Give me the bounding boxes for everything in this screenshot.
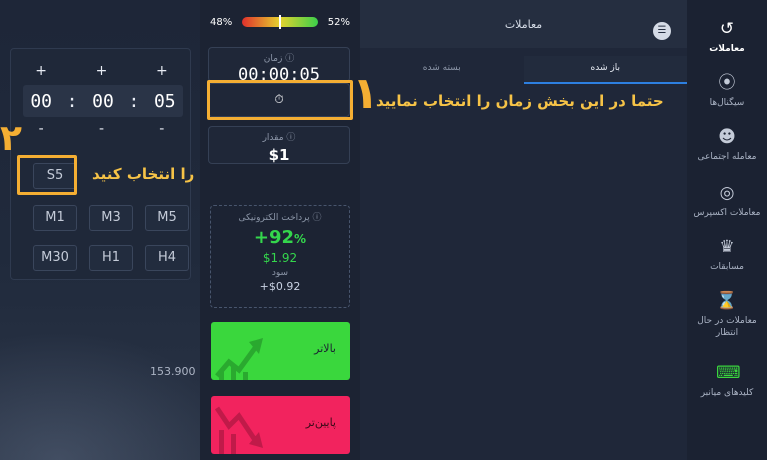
list-menu-icon[interactable]: ☰ <box>653 22 671 40</box>
hourglass-icon: ⌛ <box>716 291 738 311</box>
sentiment-left-pct: 48% <box>210 16 233 28</box>
tab-closed[interactable]: بسته شده <box>360 56 524 84</box>
clock-highlight-box <box>207 80 353 120</box>
time-label: زمان ⓘ <box>263 54 295 64</box>
seconds-decrement-button[interactable]: - <box>147 121 177 137</box>
timeframe-m3-button[interactable]: M3 <box>89 205 133 231</box>
sentiment-indicator: 48% 52% <box>210 14 350 30</box>
timeframe-h4-button[interactable]: H4 <box>145 245 189 271</box>
timeframe-m5-button[interactable]: M5 <box>145 205 189 231</box>
timeframe-m30-button[interactable]: M30 <box>33 245 77 271</box>
help-icon: ⓘ <box>285 54 295 64</box>
hours-increment-button[interactable]: + <box>26 63 56 79</box>
trades-panel-title: معاملات <box>504 17 543 31</box>
chart-down-icon <box>214 406 263 454</box>
seconds-value[interactable]: 05 <box>154 91 176 112</box>
sell-lower-button[interactable]: پایین‌تر <box>211 396 350 454</box>
chart-up-icon <box>215 338 263 380</box>
time-separator: : <box>66 90 78 112</box>
payout-percent: +92% <box>253 227 307 248</box>
decrement-row: - - - <box>11 121 192 137</box>
minutes-decrement-button[interactable]: - <box>86 121 116 137</box>
profit-label: سود <box>271 268 289 278</box>
keyboard-icon: ⌨ <box>716 363 741 383</box>
help-icon: ⓘ <box>286 133 296 143</box>
tab-open[interactable]: باز شده <box>523 56 687 84</box>
amount-field[interactable]: مقدار ⓘ $1 <box>208 126 350 164</box>
buy-label: بالاتر <box>314 342 336 355</box>
time-separator: : <box>128 90 140 112</box>
annotation-text-one: حتما در این بخش زمان را انتخاب نمایید <box>376 92 664 110</box>
annotation-number-two: ۲ <box>0 118 22 159</box>
s5-highlight-box <box>17 155 77 195</box>
timeframe-m1-button[interactable]: M1 <box>33 205 77 231</box>
annotation-number-one: ۱ <box>352 68 379 119</box>
price-label: 153.900 <box>150 365 196 378</box>
payout-label: پرداخت الکترونیکی ⓘ <box>238 213 322 223</box>
express-icon: ◎ <box>719 183 735 203</box>
nav-item-tournaments[interactable]: ♛ مسابقات <box>687 236 767 273</box>
signal-icon: ⦿ <box>718 73 736 93</box>
social-icon: ☻ <box>718 127 736 147</box>
nav-item-shortcuts[interactable]: ⌨ کلیدهای میانبر <box>687 362 767 399</box>
side-navigation: ↺ معاملات ⦿ سیگنال‌ها ☻ معامله اجتماعی ◎… <box>687 0 767 460</box>
nav-item-trades[interactable]: ↺ معاملات <box>687 18 767 55</box>
hours-value[interactable]: 00 <box>30 91 52 112</box>
trades-icon: ↺ <box>719 19 735 39</box>
trophy-icon: ♛ <box>719 237 735 257</box>
sentiment-bar <box>242 15 318 29</box>
payout-amount: $1.92 <box>262 251 298 265</box>
nav-item-pending-trades[interactable]: ⌛ معاملات در حال انتظار <box>687 290 767 339</box>
time-digits-display: 00 : 00 : 05 <box>23 85 183 117</box>
nav-item-social-trading[interactable]: ☻ معامله اجتماعی <box>687 126 767 163</box>
trade-form-column: 48% 52% زمان ⓘ 00:00:05 ⏱ مقدار ⓘ $1 پرد… <box>200 0 360 460</box>
time-field[interactable]: زمان ⓘ 00:00:05 <box>208 47 350 85</box>
sell-label: پایین‌تر <box>305 416 336 429</box>
nav-item-express[interactable]: ◎ معاملات اکسپرس <box>687 182 767 219</box>
buy-higher-button[interactable]: بالاتر <box>211 322 350 380</box>
sentiment-marker <box>279 15 281 29</box>
profit-amount: +$0.92 <box>259 280 301 293</box>
sentiment-right-pct: 52% <box>327 16 350 28</box>
timeframe-h1-button[interactable]: H1 <box>89 245 133 271</box>
trades-panel: معاملات ☰ بسته شده باز شده <box>360 0 687 460</box>
seconds-increment-button[interactable]: + <box>147 63 177 79</box>
minutes-value[interactable]: 00 <box>92 91 114 112</box>
help-icon: ⓘ <box>312 213 322 223</box>
amount-value: $1 <box>268 146 290 164</box>
amount-label: مقدار ⓘ <box>262 133 296 143</box>
nav-item-signals[interactable]: ⦿ سیگنال‌ها <box>687 72 767 109</box>
payout-box: پرداخت الکترونیکی ⓘ +92% $1.92 سود +$0.9… <box>210 205 350 308</box>
trades-tabs: بسته شده باز شده <box>360 56 687 84</box>
minutes-increment-button[interactable]: + <box>86 63 116 79</box>
increment-row: + + + <box>11 63 192 79</box>
trades-panel-header: معاملات ☰ <box>360 0 687 48</box>
hours-decrement-button[interactable]: - <box>26 121 56 137</box>
